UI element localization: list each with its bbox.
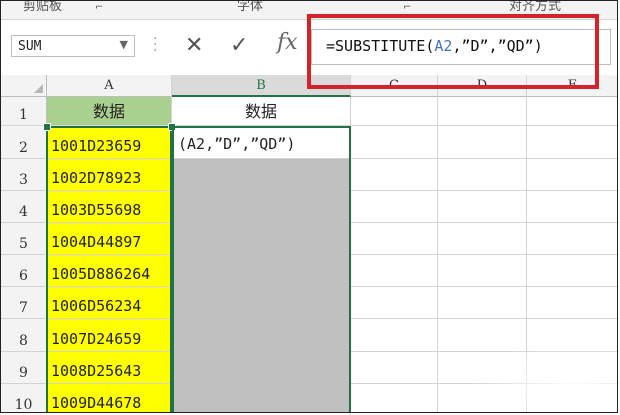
- name-box[interactable]: SUM ▼: [11, 35, 135, 57]
- cell-d7[interactable]: [438, 287, 527, 319]
- formula-callout-box: [307, 14, 599, 89]
- row-header-2[interactable]: 2: [1, 126, 47, 159]
- cell-c8[interactable]: [351, 319, 438, 352]
- ribbon-group-font[interactable]: 字体: [237, 1, 263, 14]
- cell-c7[interactable]: [351, 287, 438, 319]
- cell-c9[interactable]: [351, 352, 438, 384]
- font-launcher-icon[interactable]: ⌐: [403, 2, 411, 13]
- row-header-9[interactable]: 9: [1, 352, 47, 384]
- cell-c6[interactable]: [351, 255, 438, 287]
- cell-d1[interactable]: [438, 97, 527, 126]
- cell-c10[interactable]: [351, 384, 438, 412]
- cell-c1[interactable]: [351, 97, 438, 126]
- cell-c3[interactable]: [351, 159, 438, 191]
- row-header-8[interactable]: 8: [1, 319, 47, 352]
- selection-range-outline: [172, 126, 351, 412]
- chevron-down-icon[interactable]: ▼: [120, 38, 128, 51]
- cell-c5[interactable]: [351, 223, 438, 255]
- cell-d6[interactable]: [438, 255, 527, 287]
- cell-d3[interactable]: [438, 159, 527, 191]
- row-header-6[interactable]: 6: [1, 255, 47, 287]
- row-header-3[interactable]: 3: [1, 159, 47, 191]
- row-header-5[interactable]: 5: [1, 223, 47, 255]
- enter-icon[interactable]: ✓: [230, 33, 248, 58]
- reference-range-outline: [46, 126, 172, 412]
- drag-handle-icon[interactable]: · · ·: [153, 32, 157, 58]
- cell-e5[interactable]: [527, 223, 617, 255]
- cell-e1[interactable]: [527, 97, 617, 126]
- cancel-icon[interactable]: ✕: [185, 33, 203, 58]
- row-header-7[interactable]: 7: [1, 287, 47, 319]
- clipboard-launcher-icon[interactable]: ⌐: [95, 2, 103, 13]
- range-handle-top-left[interactable]: [43, 123, 51, 131]
- select-all-corner[interactable]: [1, 75, 47, 97]
- watermark-glow: [471, 341, 617, 412]
- cell-e3[interactable]: [527, 159, 617, 191]
- cell-c2[interactable]: [351, 126, 438, 159]
- ribbon-group-clipboard[interactable]: 剪贴板: [23, 1, 62, 14]
- cell-c4[interactable]: [351, 191, 438, 223]
- row-header-10[interactable]: 10: [1, 384, 47, 412]
- row-header-1[interactable]: 1: [1, 97, 47, 126]
- cell-e2[interactable]: [527, 126, 617, 159]
- column-header-a[interactable]: A: [47, 75, 172, 97]
- cell-e6[interactable]: [527, 255, 617, 287]
- cell-d5[interactable]: [438, 223, 527, 255]
- cell-a1[interactable]: 数据: [47, 97, 172, 126]
- cell-d4[interactable]: [438, 191, 527, 223]
- insert-function-icon[interactable]: fx: [277, 30, 298, 55]
- cell-d2[interactable]: [438, 126, 527, 159]
- cell-b1[interactable]: 数据: [172, 97, 351, 126]
- cell-e4[interactable]: [527, 191, 617, 223]
- name-box-value: SUM: [18, 39, 42, 54]
- ribbon-group-alignment[interactable]: 对齐方式: [509, 1, 561, 14]
- cell-e7[interactable]: [527, 287, 617, 319]
- row-header-4[interactable]: 4: [1, 191, 47, 223]
